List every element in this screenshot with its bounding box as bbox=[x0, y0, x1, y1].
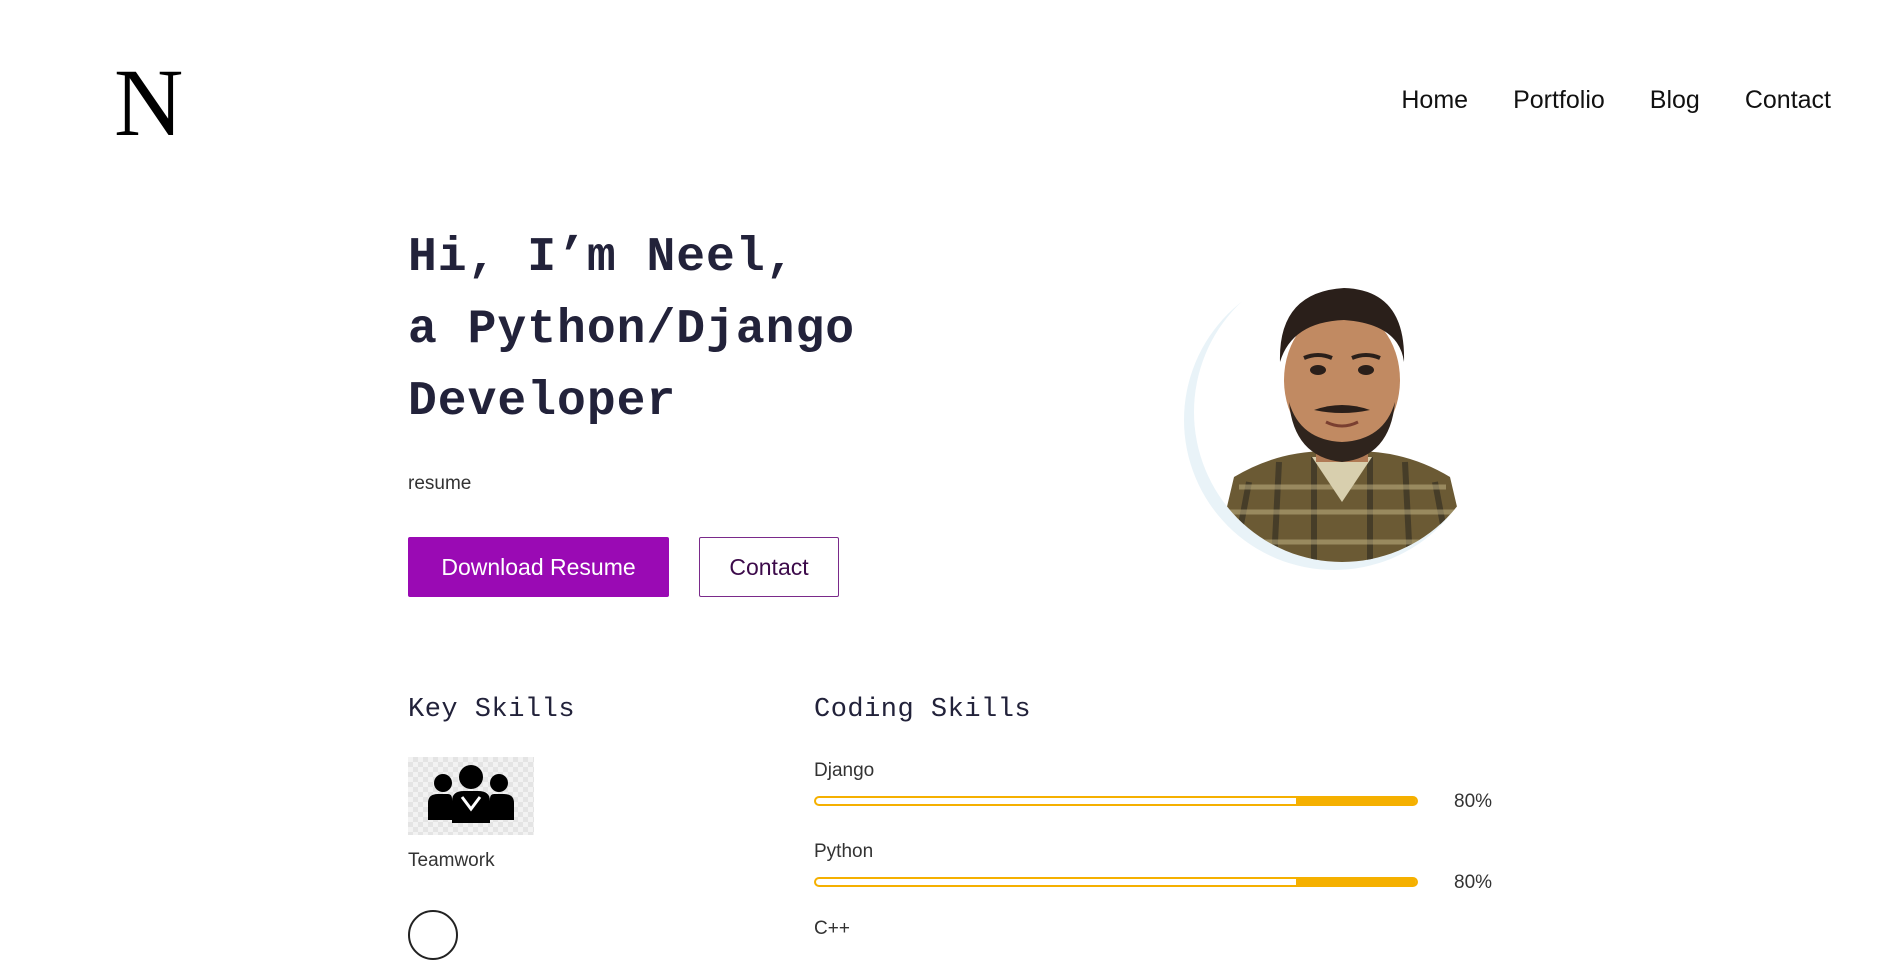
key-skills-title: Key Skills bbox=[408, 695, 576, 725]
nav-portfolio[interactable]: Portfolio bbox=[1513, 86, 1605, 115]
coding-skill-bar bbox=[814, 877, 1418, 887]
site-logo[interactable]: N bbox=[114, 55, 183, 151]
skill-teamwork-label: Teamwork bbox=[408, 850, 495, 871]
profile-photo-image bbox=[1194, 262, 1490, 562]
hero-line-3: Developer bbox=[408, 375, 677, 429]
hero-line-1: Hi, I’m Neel, bbox=[408, 231, 796, 285]
coding-skill-label: Python bbox=[814, 841, 874, 862]
profile-photo bbox=[1184, 262, 1494, 578]
teamwork-glyph bbox=[428, 765, 514, 823]
next-skill-icon bbox=[408, 910, 458, 960]
coding-skill-percent: 80% bbox=[1454, 872, 1493, 893]
coding-skill-bar-fill bbox=[1296, 877, 1416, 887]
coding-skill-label-partial: C++ bbox=[814, 918, 850, 939]
nav-contact[interactable]: Contact bbox=[1745, 86, 1831, 115]
nav-home[interactable]: Home bbox=[1401, 86, 1468, 115]
download-resume-button[interactable]: Download Resume bbox=[408, 537, 669, 597]
coding-skills-title: Coding Skills bbox=[814, 695, 1032, 725]
hero-line-2: a Python/Django bbox=[408, 303, 856, 357]
teamwork-icon bbox=[408, 757, 534, 835]
nav-blog[interactable]: Blog bbox=[1650, 86, 1700, 115]
contact-button[interactable]: Contact bbox=[699, 537, 839, 597]
coding-skill-percent: 80% bbox=[1454, 791, 1493, 812]
coding-skill-bar bbox=[814, 796, 1418, 806]
hero-heading: Hi, I’m Neel, a Python/Django Developer bbox=[408, 222, 855, 438]
coding-skill-label: Django bbox=[814, 760, 875, 781]
coding-skill-bar-fill bbox=[1296, 796, 1416, 806]
resume-label: resume bbox=[408, 473, 472, 494]
person-portrait-icon bbox=[1214, 288, 1470, 562]
main-nav: Home Portfolio Blog Contact bbox=[1401, 86, 1831, 115]
